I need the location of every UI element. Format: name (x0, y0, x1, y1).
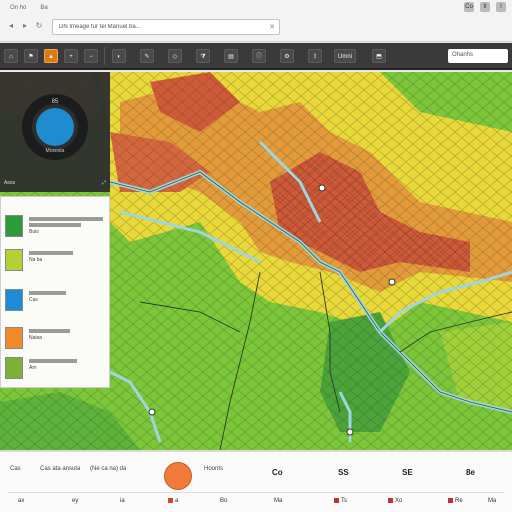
map-node[interactable] (388, 278, 396, 286)
toolbar-divider (104, 47, 105, 65)
legend-swatch (5, 289, 23, 311)
legend-label: Am (29, 365, 37, 371)
layers-button[interactable]: ▲ (44, 49, 58, 63)
legend-swatch (5, 327, 23, 349)
select-button[interactable]: ◇ (168, 49, 182, 63)
menu-icon[interactable]: l (496, 2, 506, 12)
close-icon[interactable]: ✕ (269, 23, 275, 31)
map-node[interactable] (318, 184, 326, 192)
map-node[interactable] (346, 428, 354, 436)
search-input[interactable]: Ohanhs (448, 49, 508, 63)
gear-icon[interactable]: ⚙ (280, 49, 294, 63)
filter-button[interactable]: ⧩ (196, 49, 210, 63)
scale-label: ey (72, 498, 79, 504)
search-text: Ohanhs (452, 52, 474, 58)
info-button[interactable]: ⓘ (252, 49, 267, 63)
scale-label: Ts (334, 498, 347, 504)
umni-button[interactable]: Umni (334, 49, 357, 63)
scale-label: Ma (274, 498, 283, 504)
summary-label-3: (Ne ca na) da (90, 466, 127, 472)
map-toolbar: ⌂ ⚑ ▲ + − ◐ ✎ ◇ ⧩ ▤ ⓘ ⚙ ⇪ Umni ⬒ Ohanhs (0, 43, 512, 70)
export-button[interactable]: ⬒ (372, 49, 386, 63)
bottom-scale: ax ey ia a Bo Ma Ts Xo Re Ma (0, 498, 512, 510)
tab-2[interactable]: Ba (36, 5, 51, 11)
gauge-unit: Moxesta (45, 148, 65, 154)
legend-label: Buis (29, 229, 39, 235)
panel-footer: Aoss ⤢ (4, 178, 106, 188)
expand-icon[interactable]: ⤢ (102, 180, 106, 186)
back-icon[interactable]: ◂ (6, 21, 16, 31)
legend-panel: Buis Na ba Cas Natao Am (0, 196, 110, 388)
profile-icon[interactable]: Co (464, 2, 474, 12)
status-indicator[interactable] (164, 462, 192, 490)
scale-label: ia (120, 498, 125, 504)
zoom-in-button[interactable]: + (64, 49, 78, 63)
legend-swatch (5, 215, 23, 237)
browser-icons: Co tl l (464, 2, 506, 12)
metric-1[interactable]: Co (272, 468, 283, 477)
bottom-divider (8, 492, 504, 493)
metric-4[interactable]: 8e (466, 468, 475, 477)
zoom-out-button[interactable]: − (84, 49, 98, 63)
tab-1[interactable]: On ho (6, 5, 30, 11)
address-bar[interactable]: DN Imeage fur tel Manuel ba... ✕ (52, 19, 280, 35)
metric-3[interactable]: SE (402, 468, 413, 477)
summary-label-4: Hoonts (204, 466, 224, 472)
home-button[interactable]: ⌂ (4, 49, 18, 63)
legend-label: Natao (29, 335, 43, 341)
scale-label: Ma (488, 498, 497, 504)
legend-label: Cas (29, 297, 38, 303)
panel-footer-label: Aoss (4, 180, 16, 186)
metric-2[interactable]: SS (338, 468, 349, 477)
reload-icon[interactable]: ↻ (34, 21, 44, 31)
measure-button[interactable]: ◐ (112, 49, 126, 63)
tab-strip: On ho Ba (0, 0, 512, 16)
share-button[interactable]: ⇪ (308, 49, 322, 63)
chart-button[interactable]: ▤ (224, 49, 238, 63)
legend-item[interactable]: Natao (5, 327, 105, 353)
scale-label: Xo (388, 498, 402, 504)
scale-label: ax (18, 498, 25, 504)
bottom-bar: Cas Cas ata ansuta (Ne ca na) da Hoonts … (0, 450, 512, 512)
legend-swatch (5, 249, 23, 271)
legend-item[interactable]: Buis (5, 215, 105, 241)
legend-item[interactable]: Cas (5, 289, 105, 315)
browser-bar: On ho Ba Co tl l ◂ ▸ ↻ DN Imeage fur tel… (0, 0, 512, 42)
legend-label: Na ba (29, 257, 43, 263)
bottom-summary: Cas Cas ata ansuta (Ne ca na) da Hoonts … (0, 462, 512, 490)
stats-panel: 85 Moxesta Aoss ⤢ (0, 72, 110, 192)
draw-button[interactable]: ✎ (140, 49, 154, 63)
scale-label: Bo (220, 498, 228, 504)
scale-label: Re (448, 498, 463, 504)
legend-swatch (5, 357, 23, 379)
legend-item[interactable]: Na ba (5, 249, 105, 275)
map-node[interactable] (148, 408, 156, 416)
gauge-fill (32, 104, 78, 150)
scale-label: a (168, 498, 178, 504)
gauge: 85 Moxesta (22, 94, 88, 160)
summary-label-1: Cas (10, 466, 21, 472)
summary-label-2: Cas ata ansuta (40, 466, 81, 472)
extension-icon[interactable]: tl (480, 2, 490, 12)
pin-icon[interactable]: ⚑ (24, 49, 38, 63)
forward-icon[interactable]: ▸ (20, 21, 30, 31)
legend-item[interactable]: Am (5, 357, 105, 383)
address-text: DN Imeage fur tel Manuel ba... (59, 24, 141, 30)
